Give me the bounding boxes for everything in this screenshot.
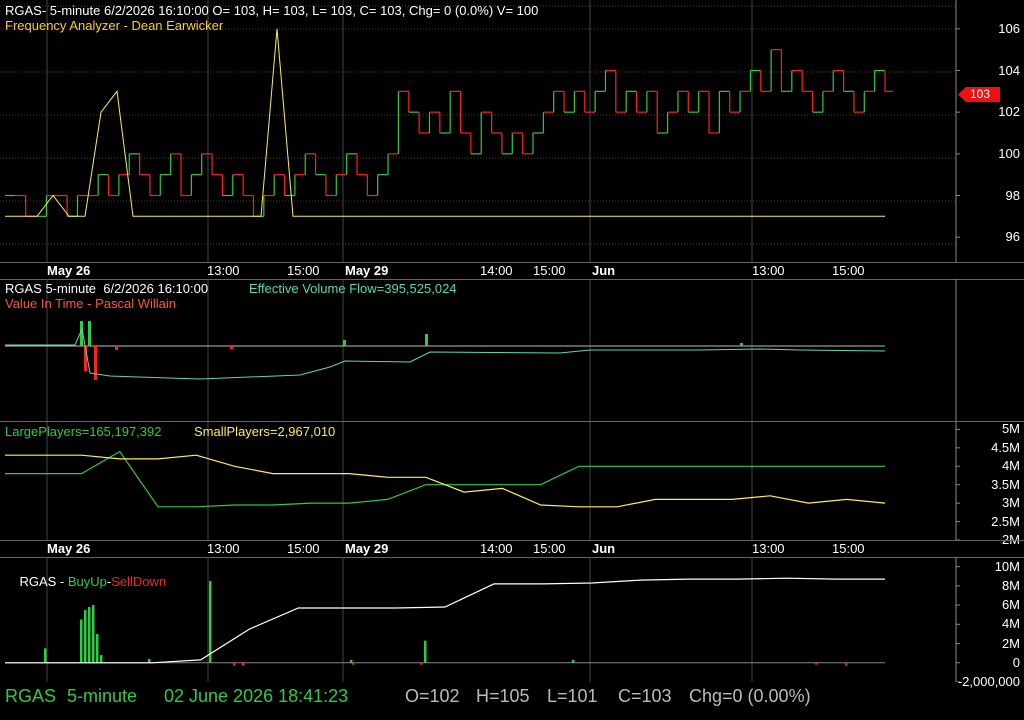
date-tick: May 29 (345, 263, 389, 278)
players-panel: LargePlayers=165,197,392 SmallPlayers=2,… (0, 421, 1024, 547)
date-tick: May 29 (345, 541, 389, 556)
price-tag: 103 (958, 87, 1000, 102)
date-tick: 15:00 (287, 263, 320, 278)
buyup-ytick: 6M (1001, 597, 1020, 613)
small-players-label: SmallPlayers=2,967,010 (194, 424, 336, 439)
selldown-bar (233, 662, 236, 666)
selldown-bar (352, 662, 355, 665)
large-players-line (5, 450, 885, 508)
buyup-ytick: 10M (994, 558, 1020, 574)
players-ytick: 4.5M (991, 439, 1020, 455)
price-ytick: 106 (998, 20, 1020, 36)
date-tick: 15:00 (832, 263, 865, 278)
players-chart[interactable] (0, 422, 1024, 540)
buyup-bar (80, 619, 83, 663)
date-tick: 15:00 (533, 263, 566, 278)
selldown-label: SellDown (111, 574, 167, 589)
status-bar: RGAS 5-minute 02 June 2026 18:41:23 O=10… (0, 682, 1024, 720)
buyup-bar (92, 605, 95, 663)
small-players-line (5, 454, 886, 508)
date-tick: May 26 (47, 263, 91, 278)
date-axis-top: May 26 13:00 15:00 May 29 14:00 15:00 Jun 13:00… (0, 262, 1024, 280)
evf-bar (94, 346, 97, 380)
volume-flow-panel: RGAS 5-minute 6/2/2026 16:10:00 Effectiv… (0, 279, 1024, 422)
buyup-bar (96, 633, 99, 663)
buyup-ytick: 0 (1012, 654, 1020, 670)
selldown-bar (420, 662, 423, 665)
price-tag-label: 103 (970, 87, 991, 101)
players-ytick: 3.5M (991, 476, 1020, 492)
indicator-name: Frequency Analyzer - Dean Earwicker (5, 18, 224, 33)
status-interval: 5-minute (67, 686, 138, 706)
date-tick: 15:00 (533, 541, 566, 556)
large-players-label: LargePlayers=165,197,392 (5, 424, 162, 439)
date-tick: Jun (592, 541, 616, 556)
status-high: H=105 (476, 686, 530, 706)
frequency-analyzer-line (5, 28, 885, 217)
date-tick: 15:00 (287, 541, 320, 556)
status-open: O=102 (405, 686, 460, 706)
price-ytick: 102 (998, 104, 1020, 120)
date-tick: Jun (592, 263, 616, 278)
date-tick: 14:00 (480, 263, 513, 278)
buyup-bar (572, 659, 575, 663)
evf-bar (230, 346, 233, 349)
date-tick: 15:00 (832, 541, 865, 556)
buyup-header: RGAS - BuyUp-SellDown (5, 559, 166, 604)
date-tick: 13:00 (207, 263, 240, 278)
evf-bar (88, 321, 91, 346)
status-close: C=103 (618, 686, 672, 706)
selldown-bar (242, 662, 245, 666)
price-ytick: 96 (1005, 229, 1020, 245)
players-ytick: 2.5M (991, 513, 1020, 529)
price-ytick: 98 (1005, 187, 1020, 203)
status-symbol: RGAS (5, 686, 57, 706)
evf-bar (115, 346, 118, 350)
date-tick: 13:00 (207, 541, 240, 556)
buyup-ytick: 8M (1001, 577, 1020, 593)
price-panel: RGAS- 5-minute 6/2/2026 16:10:00 O= 103,… (0, 0, 1024, 262)
buyup-label: BuyUp (67, 574, 107, 589)
date-tick: 14:00 (480, 541, 513, 556)
buyup-prefix: RGAS - (19, 574, 68, 589)
status-low: L=101 (547, 686, 598, 706)
price-header: RGAS- 5-minute 6/2/2026 16:10:00 O= 103,… (5, 3, 539, 18)
buyup-bar (148, 658, 151, 663)
date-axis-bottom: May 26 13:00 15:00 May 29 14:00 15:00 Jun 13:00… (0, 540, 1024, 558)
price-chart[interactable] (0, 0, 1024, 262)
players-ytick: 4M (1001, 458, 1020, 474)
date-tick: May 26 (47, 541, 91, 556)
buyup-bar (209, 581, 212, 663)
buyup-bar (44, 648, 47, 663)
buyup-panel: RGAS - BuyUp-SellDown 10M 8M 6M 4M 2M 0 -2,000… (0, 557, 1024, 689)
selldown-bar (815, 662, 818, 665)
evf-line (5, 327, 886, 380)
price-ytick: 104 (998, 62, 1020, 78)
evf-bar (425, 334, 428, 346)
status-datetime: 02 June 2026 18:41:23 (164, 686, 349, 706)
status-change: Chg=0 (0.00%) (689, 686, 811, 706)
buyup-bar (88, 607, 91, 663)
date-tick: 13:00 (752, 541, 785, 556)
date-tick: 13:00 (752, 263, 785, 278)
evf-bar (740, 343, 743, 346)
evf-subheader: Value In Time - Pascal Willain (5, 296, 176, 311)
evf-header-right: Effective Volume Flow=395,525,024 (249, 281, 457, 296)
evf-bar (343, 340, 346, 346)
players-ytick: 5M (1001, 421, 1020, 437)
buyup-ytick: 4M (1001, 616, 1020, 632)
players-ytick: 3M (1001, 495, 1020, 511)
buyup-ytick: 2M (1001, 635, 1020, 651)
buyup-bar (100, 655, 103, 663)
price-ytick: 100 (998, 145, 1020, 161)
evf-header-left: RGAS 5-minute 6/2/2026 16:10:00 (5, 281, 209, 296)
selldown-bar (845, 662, 848, 666)
buyup-bar (424, 640, 427, 663)
buyup-bar (84, 609, 87, 663)
buyup-bar (350, 659, 353, 663)
